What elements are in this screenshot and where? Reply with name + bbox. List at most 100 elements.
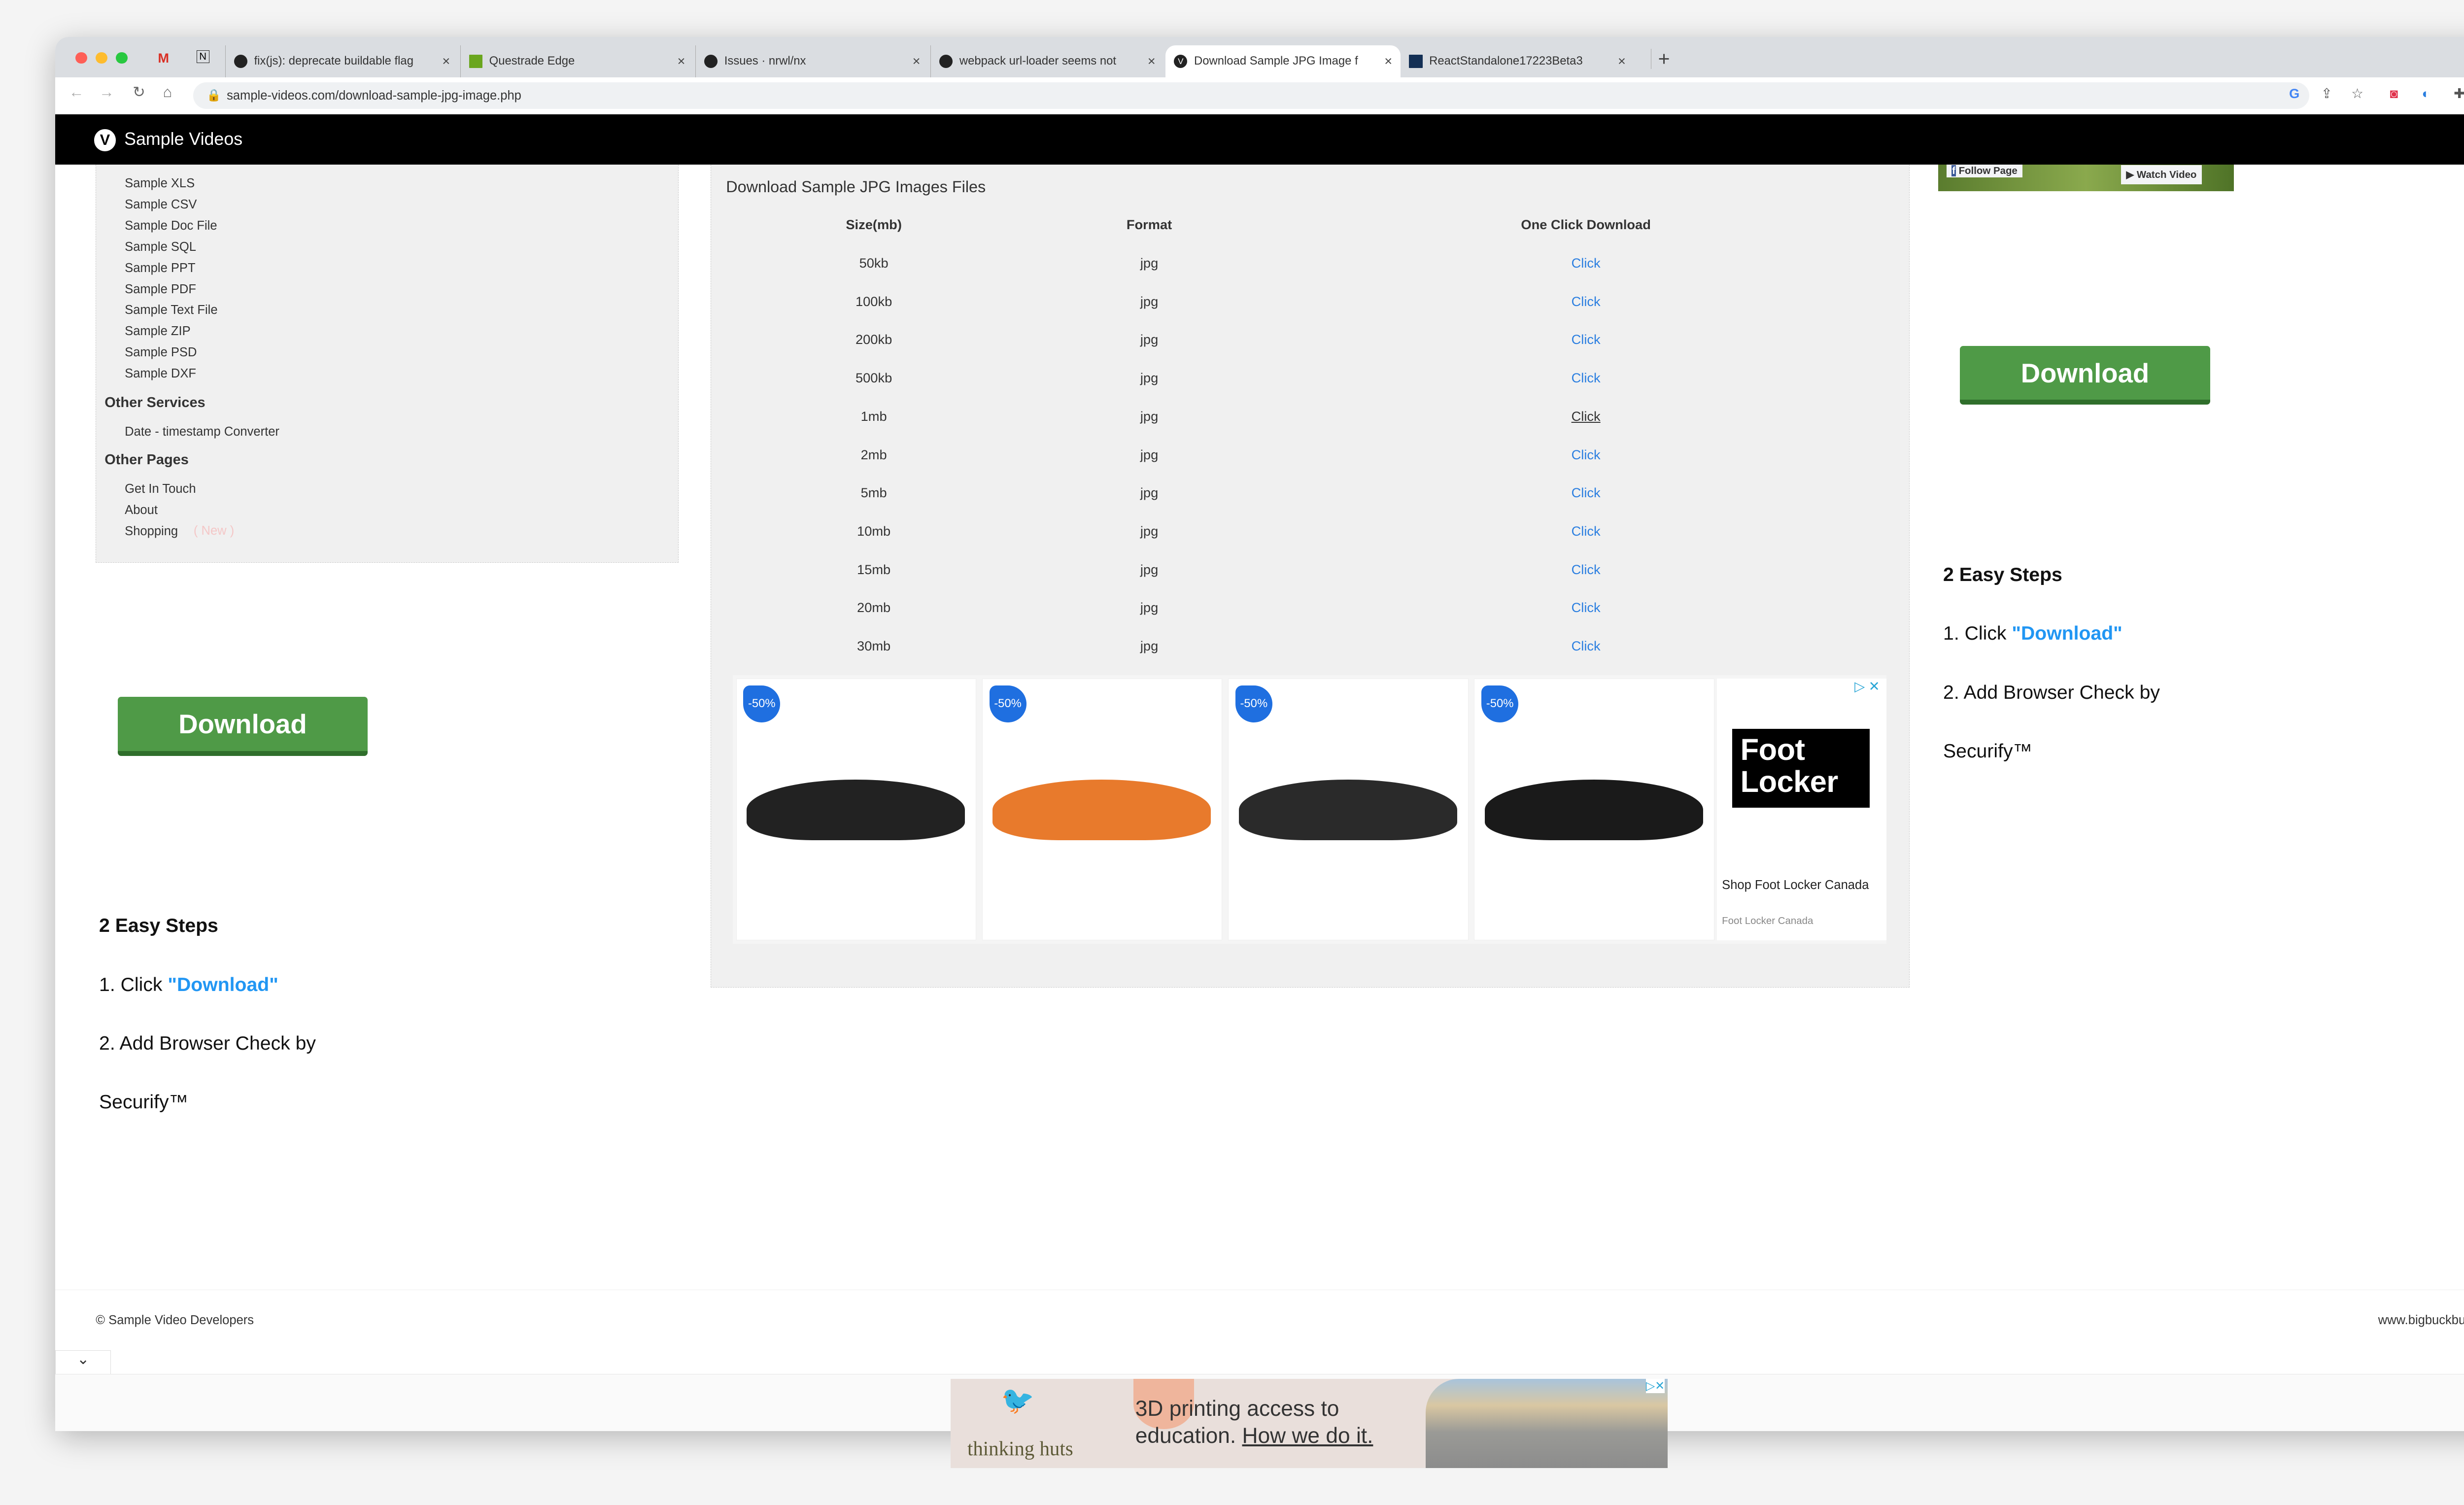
discount-badge: -50% [1235,685,1272,723]
questrade-icon [469,54,483,68]
ad-product-card[interactable]: -50% [1474,678,1714,941]
download-link[interactable]: Click [1572,255,1601,271]
new-tab-button[interactable]: + [1651,48,1670,69]
kingfisher-logo-icon: 🐦 [1001,1385,1035,1416]
size-cell: 2mb [860,446,887,462]
size-cell: 50kb [859,255,889,271]
ad-headline[interactable]: Shop Foot Locker Canada [1722,877,1873,893]
tab-0[interactable]: fix(js): deprecate buildable flag × [225,45,459,77]
sidebar-item[interactable]: Sample XLS [125,176,195,191]
step-text: 1. Click [1943,623,2012,645]
sidebar-item[interactable]: Sample CSV [125,198,197,212]
ad-product-card[interactable]: -50% [1228,678,1469,941]
sandal-image [992,780,1211,840]
pocket-icon[interactable]: ◙ [2390,86,2398,102]
tab-bar: M N fix(js): deprecate buildable flag × Q… [55,36,2464,77]
download-button-right[interactable]: Download [1960,346,2210,405]
size-cell: 5mb [860,485,887,501]
download-link[interactable]: "Download" [2012,623,2122,644]
download-link[interactable]: Click [1572,332,1601,347]
sidebar-item[interactable]: Sample PDF [125,282,196,297]
close-tab-icon[interactable]: × [1618,53,1626,69]
sandal-image [1238,780,1457,840]
sample-videos-icon: V [1174,54,1188,68]
tab-4-active[interactable]: V Download Sample JPG Image f × [1165,45,1401,77]
ad-product-card[interactable]: -50% [982,678,1223,941]
download-link[interactable]: Click [1572,409,1601,424]
column-header: Format [1126,216,1172,232]
download-link[interactable]: Click [1572,523,1601,539]
sandal-image [747,780,965,840]
format-cell: jpg [1140,255,1159,271]
bookmark-star-icon[interactable]: ☆ [2351,86,2363,102]
close-tab-icon[interactable]: × [1148,53,1156,69]
download-link[interactable]: Click [1572,485,1601,501]
step-2: 2. Add Browser Check by [99,1032,316,1054]
ad-close-icon[interactable]: ▷ ✕ [1854,679,1880,694]
extensions-puzzle-icon[interactable]: ✚ [2454,86,2464,102]
tab-3[interactable]: webpack url-loader seems not × [930,45,1164,77]
sidebar-item[interactable]: Sample ZIP [125,324,190,339]
maximize-window-button[interactable] [116,52,128,64]
download-link[interactable]: "Download" [168,974,278,995]
lock-icon: 🔒 [206,88,221,102]
step-text: 1. Click [99,974,168,995]
tab-5[interactable]: ReactStandalone17223Beta3 × [1401,45,1634,77]
notion-pinned-tab[interactable]: N [196,50,209,64]
download-link[interactable]: Click [1572,638,1601,654]
download-panel: Download Sample JPG Images Files Size(mb… [710,164,1910,988]
close-tab-icon[interactable]: × [442,53,450,69]
address-bar-row: ← → ↻ ⌂ 🔒 sample-videos.com/download-samp… [55,77,2464,115]
reload-button[interactable]: ↻ [133,84,145,101]
site-logo-icon[interactable]: V [94,129,116,151]
step-1: 1. Click "Download" [99,974,278,996]
sidebar-item[interactable]: Sample PSD [125,345,197,360]
sidebar-item[interactable]: Sample PPT [125,261,195,275]
forward-button[interactable]: → [99,84,114,101]
extension-icon[interactable]: ◐ [2422,86,2430,102]
home-button[interactable]: ⌂ [163,84,172,101]
sidebar-item[interactable]: Shopping [125,524,178,539]
minimize-window-button[interactable] [96,52,108,64]
footer-link[interactable]: www.bigbuckbunny.org [2378,1313,2464,1328]
close-tab-icon[interactable]: × [913,53,921,69]
download-link[interactable]: Click [1572,600,1601,616]
tab-1[interactable]: Questrade Edge × [460,45,694,77]
close-tab-icon[interactable]: × [678,53,685,69]
foot-locker-ad[interactable]: ▷ ✕ Foot Locker Shop Foot Locker Canada … [732,675,1887,944]
download-link[interactable]: Click [1572,562,1601,578]
site-title[interactable]: Sample Videos [124,129,242,149]
tab-2[interactable]: Issues · nrwl/nx × [695,45,929,77]
ad-advertiser: Foot Locker Canada [1722,915,1814,927]
close-tab-icon[interactable]: × [1384,53,1392,69]
sidebar-item[interactable]: Sample Text File [125,303,217,317]
download-link[interactable]: Click [1572,447,1601,463]
size-cell: 10mb [857,523,891,539]
watch-video-button[interactable]: ▶ Watch Video [2121,165,2202,184]
download-link[interactable]: Click [1572,370,1601,386]
discount-badge: -50% [743,685,781,723]
ad-close-icon[interactable]: ▷✕ [1645,1378,1665,1393]
close-window-button[interactable] [75,52,88,64]
google-icon[interactable]: G [2289,86,2299,102]
sidebar-item[interactable]: Date - timestamp Converter [125,425,279,439]
sidebar-item[interactable]: Sample Doc File [125,219,217,233]
format-cell: jpg [1140,332,1159,347]
thinking-huts-ad[interactable]: 🐦 thinking huts 3D printing access to edu… [950,1378,1668,1468]
sidebar-item[interactable]: Sample SQL [125,240,196,254]
steps-title: 2 Easy Steps [1943,564,2062,586]
download-button-left[interactable]: Download [117,697,368,756]
ad-product-card[interactable]: -50% [736,678,977,941]
url-input[interactable]: 🔒 sample-videos.com/download-sample-jpg-i… [193,82,2309,109]
sidebar-item[interactable]: About [125,503,158,517]
github-icon [234,54,247,68]
format-cell: jpg [1140,485,1159,501]
share-icon[interactable]: ⇪ [2321,86,2332,102]
collapse-ad-chevron-icon[interactable]: ⌄ [55,1350,111,1374]
download-link[interactable]: Click [1572,294,1601,309]
follow-page-button[interactable]: f Follow Page [1946,164,2023,177]
sidebar-item[interactable]: Get In Touch [125,482,196,496]
back-button[interactable]: ← [69,84,84,101]
gmail-pinned-tab[interactable]: M [158,50,169,66]
sidebar-item[interactable]: Sample DXF [125,367,196,381]
